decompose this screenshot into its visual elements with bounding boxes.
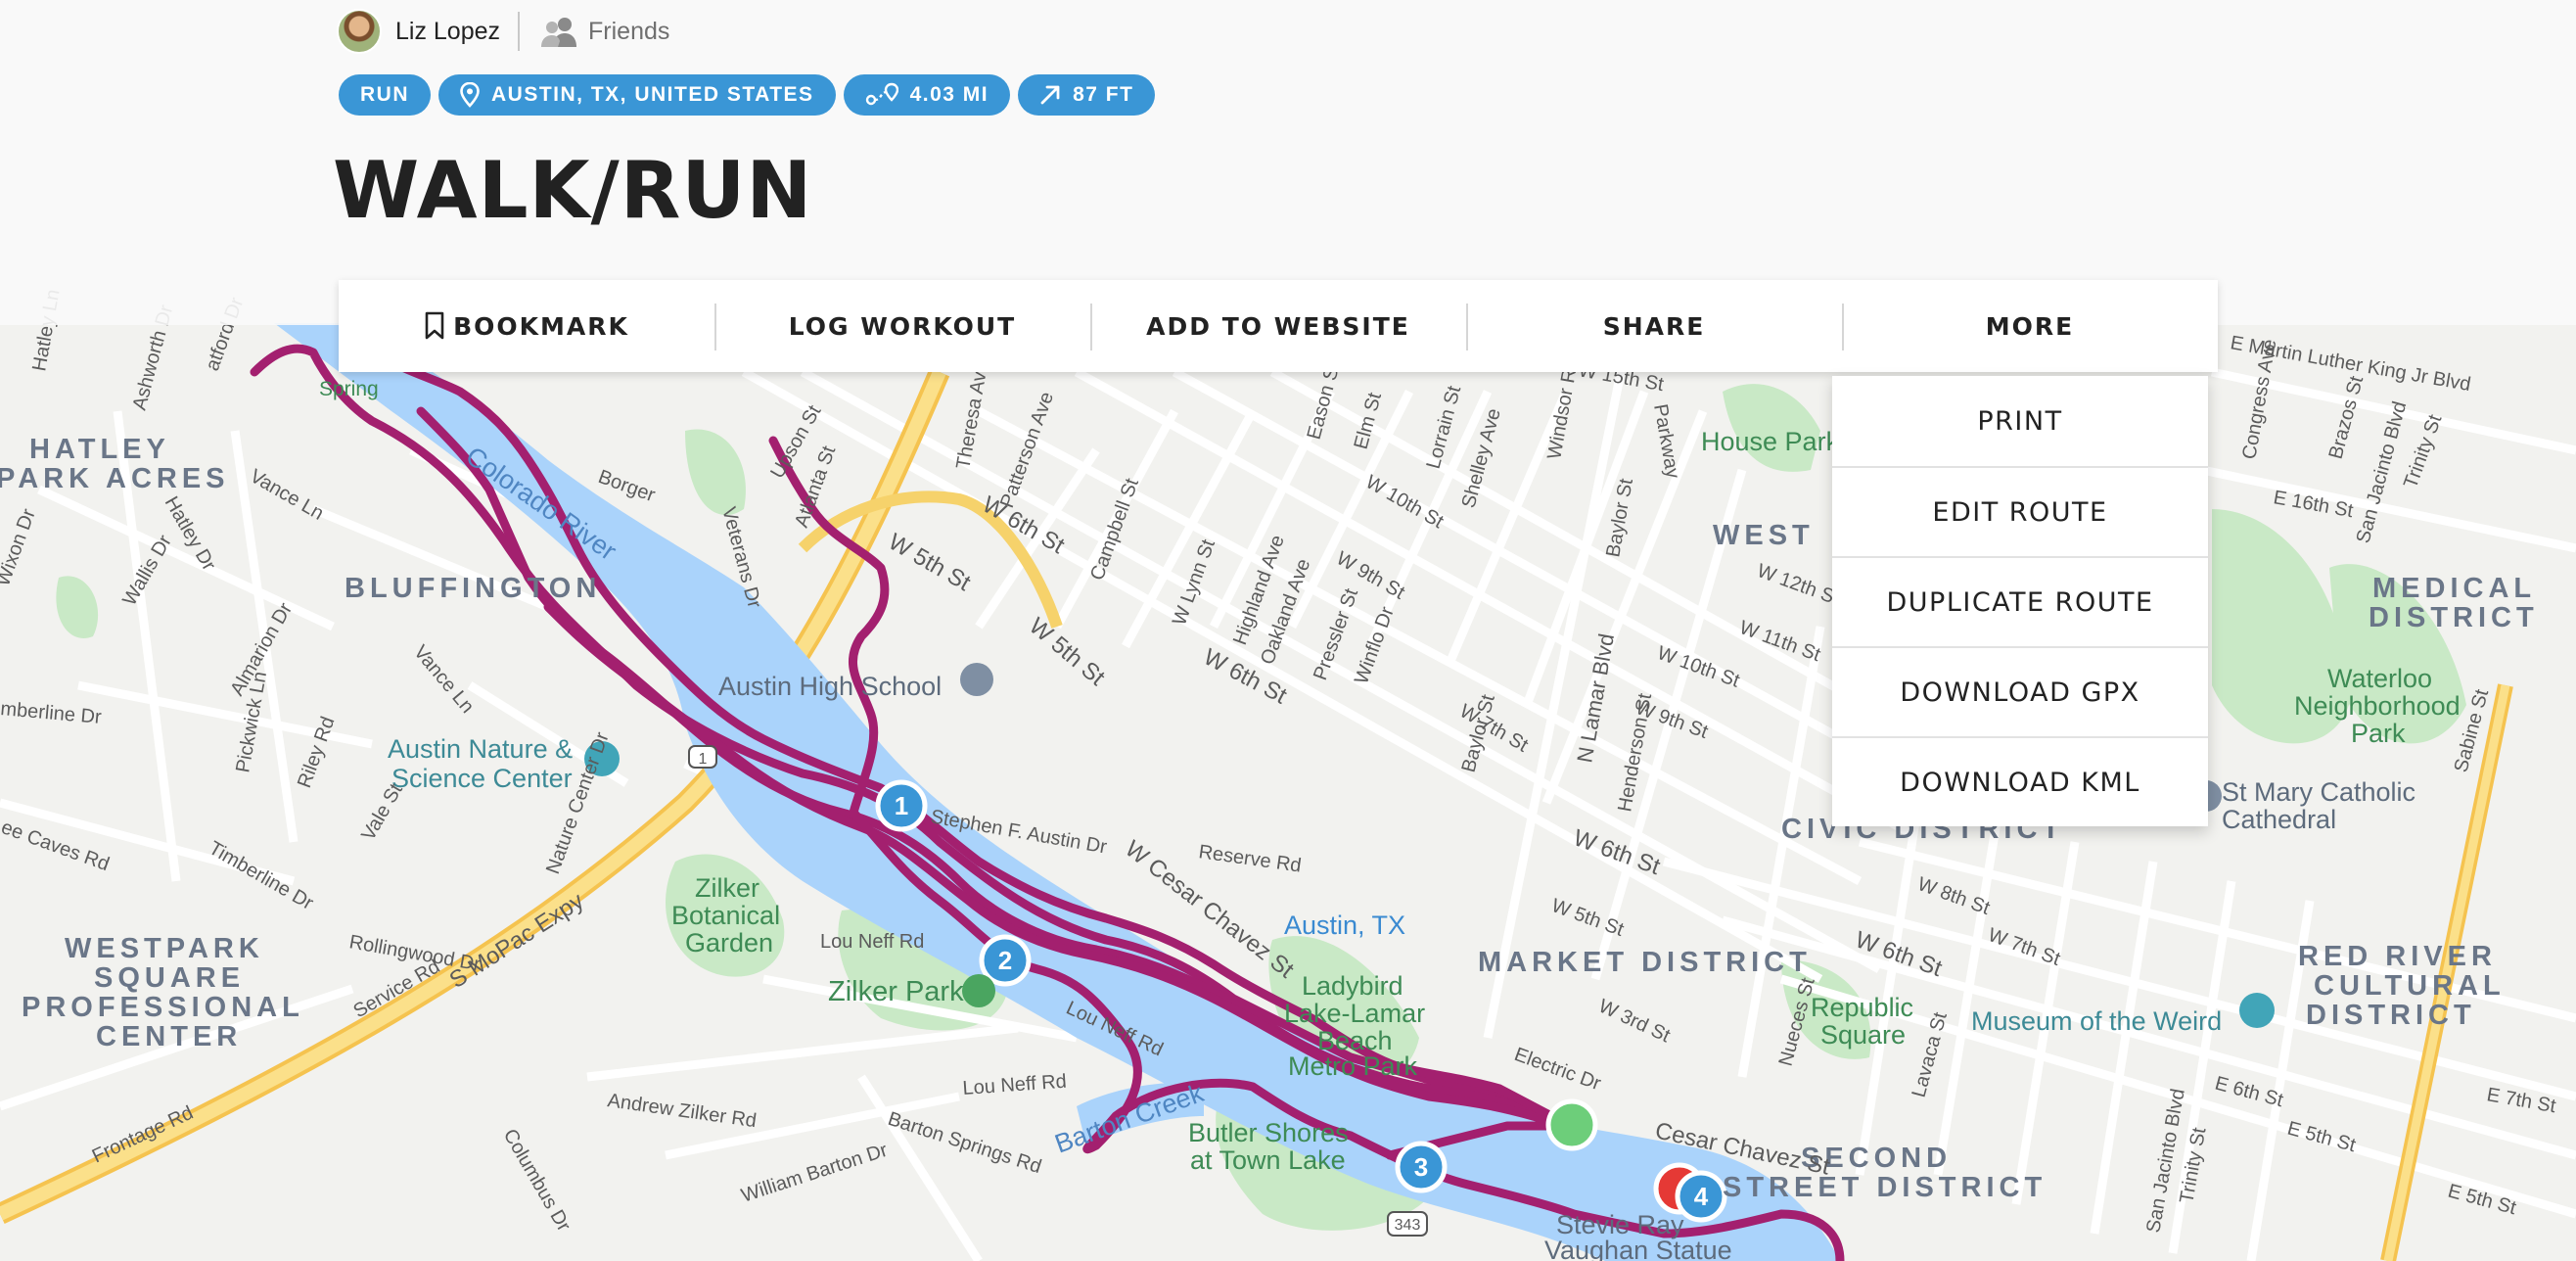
more-label: MORE: [1985, 311, 2075, 341]
area-label: CENTER: [96, 1021, 242, 1052]
distance-tag: 4.03 MI: [843, 74, 1011, 116]
poi-label: Vaughan Statue: [1544, 1236, 1732, 1261]
share-button[interactable]: SHARE: [1466, 280, 1842, 372]
school-icon: [960, 663, 993, 696]
menu-item-edit-route[interactable]: EDIT ROUTE: [1832, 466, 2208, 556]
poi-label: St Mary Catholic: [2222, 777, 2415, 807]
privacy-label: Friends: [588, 17, 670, 45]
share-label: SHARE: [1602, 311, 1706, 341]
elevation-tag-label: 87 FT: [1073, 83, 1134, 106]
poi-label: Lake-Lamar: [1284, 999, 1425, 1028]
activity-tag: RUN: [339, 74, 431, 116]
log-workout-label: LOG WORKOUT: [788, 311, 1017, 341]
poi-label: Botanical: [671, 901, 780, 930]
menu-item-download-gpx[interactable]: DOWNLOAD GPX: [1832, 646, 2208, 736]
marker-3[interactable]: 3: [1395, 1141, 1448, 1193]
distance-tag-label: 4.03 MI: [909, 83, 989, 106]
location-tag-label: AUSTIN, TX, UNITED STATES: [491, 83, 814, 106]
area-label: CULTURAL: [2314, 970, 2506, 1002]
area-label: RED RIVER: [2298, 941, 2497, 972]
svg-text:3: 3: [1414, 1152, 1428, 1182]
friends-icon: [541, 18, 577, 47]
poi-label: Ladybird: [1302, 971, 1403, 1001]
area-label: PARK ACRES: [0, 463, 230, 494]
poi-label: Spring: [319, 378, 379, 400]
divider: [518, 12, 521, 51]
route-distance-icon: [865, 82, 898, 106]
area-label: MARKET DISTRICT: [1478, 947, 1812, 978]
poi-label: Metro Park: [1288, 1051, 1418, 1081]
poi-label: Zilker Park: [828, 976, 964, 1007]
page-title: WALK/RUN: [333, 145, 813, 236]
more-dropdown-menu: PRINT EDIT ROUTE DUPLICATE ROUTE DOWNLOA…: [1832, 376, 2208, 826]
svg-text:2: 2: [998, 946, 1012, 975]
svg-text:4: 4: [1694, 1182, 1709, 1211]
highway-number: 343: [1395, 1217, 1421, 1234]
activity-tag-label: RUN: [360, 83, 409, 106]
poi-label: at Town Lake: [1190, 1145, 1346, 1175]
poi-label: Austin Nature &: [388, 734, 573, 764]
poi-label: Cathedral: [2222, 805, 2336, 834]
elevation-tag: 87 FT: [1018, 74, 1156, 116]
author-name[interactable]: Liz Lopez: [395, 18, 500, 46]
start-marker[interactable]: [1545, 1098, 1598, 1151]
bookmark-icon: [425, 311, 444, 340]
area-label: PROFESSIONAL: [22, 992, 304, 1023]
area-label: SQUARE: [94, 962, 245, 994]
author-row: Liz Lopez Friends: [337, 8, 669, 55]
poi-label: Austin High School: [718, 672, 942, 701]
park-pin-icon: [962, 974, 995, 1007]
route-tags: RUN AUSTIN, TX, UNITED STATES 4.03 MI 87…: [339, 74, 1156, 116]
menu-item-download-kml[interactable]: DOWNLOAD KML: [1832, 736, 2208, 826]
highway-number: 1: [699, 751, 708, 768]
area-label: STREET DISTRICT: [1723, 1172, 2047, 1203]
poi-label: Park: [2351, 719, 2406, 748]
avatar[interactable]: [337, 9, 382, 54]
elevation-arrow-icon: [1040, 85, 1060, 105]
bookmark-button[interactable]: BOOKMARK: [339, 280, 714, 372]
marker-1[interactable]: 1: [875, 779, 928, 832]
marker-4[interactable]: 4: [1675, 1170, 1727, 1223]
more-button[interactable]: MORE: [1842, 280, 2218, 372]
poi-label: Waterloo: [2327, 664, 2432, 693]
svg-text:1: 1: [895, 791, 908, 820]
poi-label: House Park: [1701, 427, 1840, 456]
log-workout-button[interactable]: LOG WORKOUT: [714, 280, 1090, 372]
route-header: Liz Lopez Friends RUN AUSTIN, TX, UNITED…: [0, 0, 2576, 325]
poi-label: Neighborhood: [2294, 691, 2461, 721]
poi-label: Science Center: [391, 764, 573, 793]
area-label: HATLEY: [29, 434, 170, 465]
poi-label: Square: [1820, 1020, 1906, 1050]
area-label: DISTRICT: [2306, 1000, 2476, 1031]
menu-item-duplicate-route[interactable]: DUPLICATE ROUTE: [1832, 556, 2208, 646]
menu-item-print[interactable]: PRINT: [1832, 376, 2208, 466]
poi-label: Museum of the Weird: [1971, 1006, 2222, 1036]
museum-icon-2: [2239, 993, 2275, 1028]
add-to-website-button[interactable]: ADD TO WEBSITE: [1090, 280, 1466, 372]
location-pin-icon: [460, 82, 480, 108]
marker-2[interactable]: 2: [979, 934, 1032, 987]
area-label: BLUFFINGTON: [345, 573, 601, 604]
bookmark-label: BOOKMARK: [453, 311, 629, 341]
location-tag: AUSTIN, TX, UNITED STATES: [438, 74, 836, 116]
poi-label: Austin, TX: [1284, 911, 1405, 940]
poi-label: Garden: [685, 928, 773, 957]
area-label: WEST: [1713, 520, 1815, 551]
add-to-website-label: ADD TO WEBSITE: [1146, 311, 1410, 341]
street-label: Lou Neff Rd: [820, 931, 924, 953]
poi-label: Republic: [1811, 993, 1913, 1022]
poi-label: Zilker: [695, 873, 759, 903]
route-actions-bar: BOOKMARK LOG WORKOUT ADD TO WEBSITE SHAR…: [339, 280, 2218, 372]
area-label: WESTPARK: [65, 933, 264, 964]
area-label: MEDICAL: [2372, 573, 2536, 604]
poi-label: Butler Shores: [1188, 1118, 1349, 1147]
area-label: DISTRICT: [2369, 602, 2539, 633]
